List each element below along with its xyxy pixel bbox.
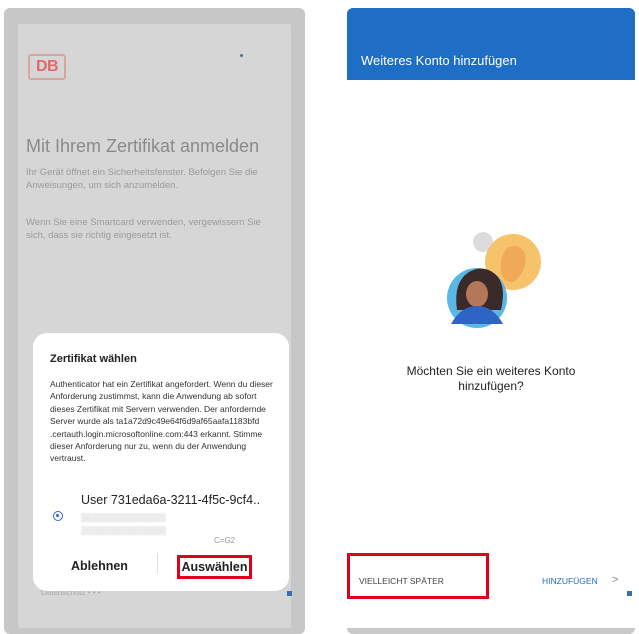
decline-button[interactable]: Ablehnen — [71, 559, 128, 573]
certificate-dialog: Zertifikat wählen Authenticator hat ein … — [33, 333, 289, 591]
db-logo: DB — [28, 54, 66, 80]
add-button[interactable]: HINZUFÜGEN — [542, 576, 598, 586]
maybe-later-button[interactable]: VIELLEICHT SPÄTER — [359, 576, 444, 586]
app-bar-title: Weiteres Konto hinzufügen — [361, 53, 517, 68]
instructions-text: Ihr Gerät öffnet ein Sicherheitsfenster.… — [26, 167, 258, 191]
corner-icon — [627, 591, 632, 596]
certificate-details-blurred-1: ▒▒▒▒▒▒▒▒▒▒▒▒▒▒▒ — [81, 513, 167, 522]
certificate-details-suffix: C=G2 — [214, 536, 236, 545]
app-bar: Weiteres Konto hinzufügen — [347, 8, 635, 80]
accounts-illustration — [447, 232, 541, 328]
left-phone-screen: DB Mit Ihrem Zertifikat anmelden Ihr Ger… — [4, 8, 305, 634]
dialog-message: Authenticator hat ein Zertifikat angefor… — [50, 379, 273, 464]
dialog-title: Zertifikat wählen — [50, 353, 137, 365]
add-account-prompt: Möchten Sie ein weiteres Konto hinzufüge… — [406, 364, 576, 393]
button-divider — [157, 553, 158, 573]
status-dot — [240, 54, 243, 57]
select-button[interactable]: Auswählen — [177, 555, 252, 579]
corner-icon — [287, 591, 292, 596]
page-title: Mit Ihrem Zertifikat anmelden — [26, 136, 260, 156]
certificate-details-blurred-2: ▒▒▒▒▒▒▒▒▒▒▒▒▒▒▒ — [81, 526, 167, 535]
chevron-right-icon[interactable]: > — [612, 574, 618, 586]
certificate-user[interactable]: User 731eda6a-3211-4f5c-9cf4.. — [81, 493, 260, 507]
smartcard-text: Wenn Sie eine Smartcard verwenden, verge… — [26, 217, 261, 241]
right-phone-screen: Weiteres Konto hinzufügen Möchten Sie ei… — [347, 8, 635, 634]
certificate-radio[interactable] — [53, 511, 63, 521]
